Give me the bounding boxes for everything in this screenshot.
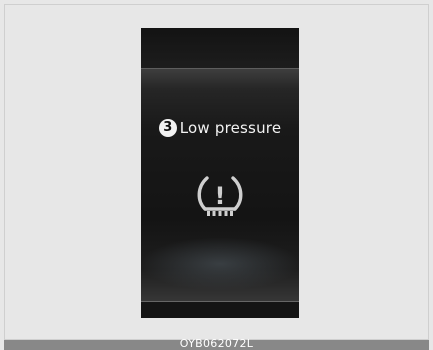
warning-message: 3 Low pressure [141,116,299,140]
figure-code-label: OYB062072L [179,337,254,350]
display-top-band [141,28,299,68]
tpms-low-tire-pressure-icon: ! [197,176,243,216]
exclamation-glyph: ! [215,182,226,210]
panel-top-divider [141,68,299,69]
instrument-cluster-display: 3 Low pressure ! [141,28,299,318]
warning-message-text: Low pressure [179,119,282,137]
manual-figure: 3 Low pressure ! OYB062072L [0,0,433,350]
figure-caption-bar: OYB062072L [4,337,429,350]
callout-number-badge: 3 [158,119,177,137]
display-bottom-band [141,302,299,318]
